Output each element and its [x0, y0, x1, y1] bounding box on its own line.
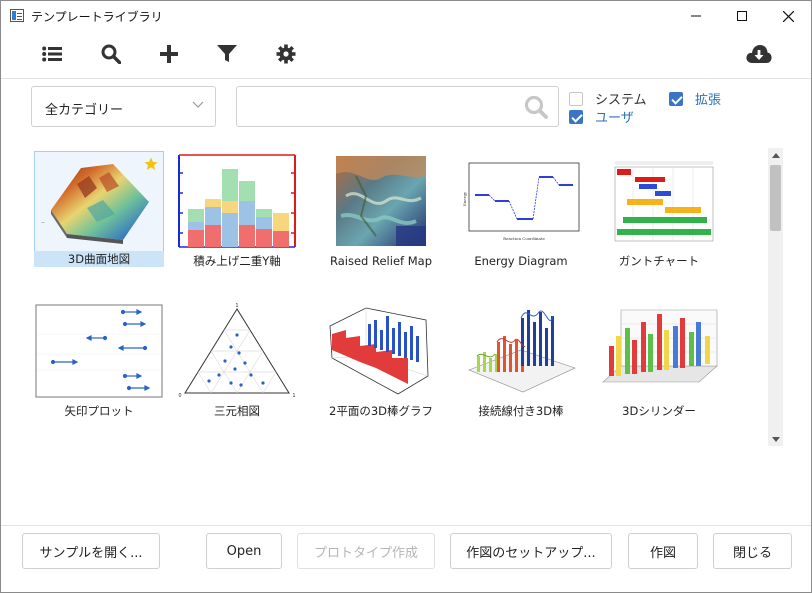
template-thumbnail: [594, 151, 724, 251]
template-label: 3D曲面地図: [34, 251, 164, 267]
checkbox-user-label: ユーザ: [595, 111, 634, 126]
triangle-down-icon: [771, 436, 780, 442]
scrollbar-thumb[interactable]: [770, 165, 781, 231]
template-tile-ternary[interactable]: 1 0 1 三元相図: [172, 301, 302, 419]
toolbar: [1, 35, 811, 75]
template-thumbnail: [456, 301, 586, 401]
template-grid: — 3D曲面地図 積み上げ二重Y軸 Raised Relief Map Reac…: [29, 146, 769, 446]
close-button[interactable]: 閉じる: [713, 533, 792, 569]
search-box[interactable]: [236, 86, 559, 127]
category-value: 全カテゴリー: [45, 103, 124, 118]
maximize-button[interactable]: [719, 1, 765, 31]
checkbox-system[interactable]: システム: [569, 89, 647, 108]
category-dropdown[interactable]: 全カテゴリー: [31, 86, 216, 127]
checkbox-user[interactable]: ユーザ: [569, 107, 634, 126]
template-tile-gantt-chart[interactable]: ガントチャート: [594, 151, 724, 269]
checkbox-user-box[interactable]: [569, 109, 583, 124]
gear-icon: [276, 44, 296, 64]
add-icon: [160, 45, 178, 63]
svg-text:0: 0: [178, 393, 181, 399]
open-sample-button[interactable]: サンプルを開く...: [22, 533, 160, 569]
close-window-button[interactable]: [765, 1, 811, 31]
template-thumbnail: [34, 301, 164, 401]
checkbox-extension[interactable]: 拡張: [669, 89, 721, 108]
close-icon: [782, 10, 794, 22]
template-thumbnail: 1 0 1: [172, 301, 302, 401]
template-thumbnail: —: [34, 151, 164, 251]
footer-separator: [1, 525, 811, 526]
minimize-button[interactable]: [673, 1, 719, 31]
template-thumbnail: [594, 301, 724, 401]
checkbox-extension-label: 拡張: [695, 93, 722, 108]
minimize-icon: [691, 15, 701, 17]
template-label: Raised Relief Map: [330, 254, 432, 268]
template-thumbnail: [316, 151, 446, 251]
title-bar: テンプレートライブラリ: [1, 1, 811, 31]
window-title: テンプレートライブラリ: [31, 10, 163, 24]
template-grid-scrollbar[interactable]: [768, 148, 783, 446]
template-tile-raised-relief-map[interactable]: Raised Relief Map: [316, 151, 446, 269]
search-icon: [101, 44, 121, 64]
maximize-icon: [737, 11, 747, 21]
svg-text:Energy: Energy: [462, 191, 467, 206]
template-label: 接続線付き3D棒: [478, 404, 564, 418]
add-button[interactable]: [152, 37, 186, 71]
scroll-down-button[interactable]: [768, 432, 783, 446]
template-tile-3d-bar-connect-lines[interactable]: 接続線付き3D棒: [456, 301, 586, 419]
template-thumbnail: [172, 151, 302, 251]
list-view-button[interactable]: [35, 37, 69, 71]
checkbox-extension-box[interactable]: [669, 91, 683, 106]
template-tile-3d-bar-two-planes[interactable]: 2平面の3D棒グラフ: [316, 301, 446, 419]
template-label: 2平面の3D棒グラフ: [329, 404, 433, 418]
triangle-up-icon: [771, 152, 780, 158]
template-tile-energy-diagram[interactable]: Reaction Coordinate Energy Energy Diagra…: [456, 151, 586, 269]
svg-text:Reaction Coordinate: Reaction Coordinate: [503, 236, 545, 241]
create-prototype-button[interactable]: プロトタイプ作成: [297, 533, 435, 569]
template-tile-3d-surface-map[interactable]: — 3D曲面地図: [34, 151, 164, 269]
chevron-down-icon: [192, 101, 204, 108]
search-icon[interactable]: [524, 95, 548, 119]
template-label: 三元相図: [214, 404, 260, 418]
template-thumbnail: Reaction Coordinate Energy: [456, 151, 586, 251]
template-tile-arrow-plot[interactable]: 矢印プロット: [34, 301, 164, 419]
template-label: 3Dシリンダー: [622, 404, 696, 418]
cloud-download-icon: [746, 45, 772, 63]
svg-text:—: —: [41, 220, 45, 225]
template-label: 矢印プロット: [64, 404, 134, 418]
filter-icon: [217, 45, 237, 62]
checkbox-system-label: システム: [595, 93, 647, 108]
checkbox-system-box[interactable]: [569, 91, 583, 106]
favorite-star-icon[interactable]: [144, 157, 158, 171]
search-input[interactable]: [245, 95, 515, 119]
template-tile-stacked-dual-y[interactable]: 積み上げ二重Y軸: [172, 151, 302, 269]
scroll-up-button[interactable]: [768, 148, 783, 162]
template-thumbnail: [316, 301, 446, 401]
open-button[interactable]: Open: [206, 533, 282, 569]
template-library-window: テンプレートライブラリ 全カテゴリー システム 拡張 ユーザ — 3D曲面地図 …: [0, 0, 812, 593]
svg-text:1: 1: [235, 303, 238, 309]
svg-text:1: 1: [292, 393, 295, 399]
template-tile-3d-cylinder[interactable]: 3Dシリンダー: [594, 301, 724, 419]
search-button[interactable]: [94, 37, 128, 71]
app-icon: [10, 9, 24, 22]
filter-button[interactable]: [210, 37, 244, 71]
list-icon: [42, 46, 62, 62]
template-label: 積み上げ二重Y軸: [193, 254, 281, 268]
template-label: ガントチャート: [618, 254, 700, 268]
toolbar-separator: [1, 78, 811, 79]
settings-button[interactable]: [269, 37, 303, 71]
plot-setup-button[interactable]: 作図のセットアップ...: [450, 533, 612, 569]
cloud-download-button[interactable]: [742, 37, 776, 71]
template-label: Energy Diagram: [474, 254, 568, 268]
plot-button[interactable]: 作図: [628, 533, 698, 569]
